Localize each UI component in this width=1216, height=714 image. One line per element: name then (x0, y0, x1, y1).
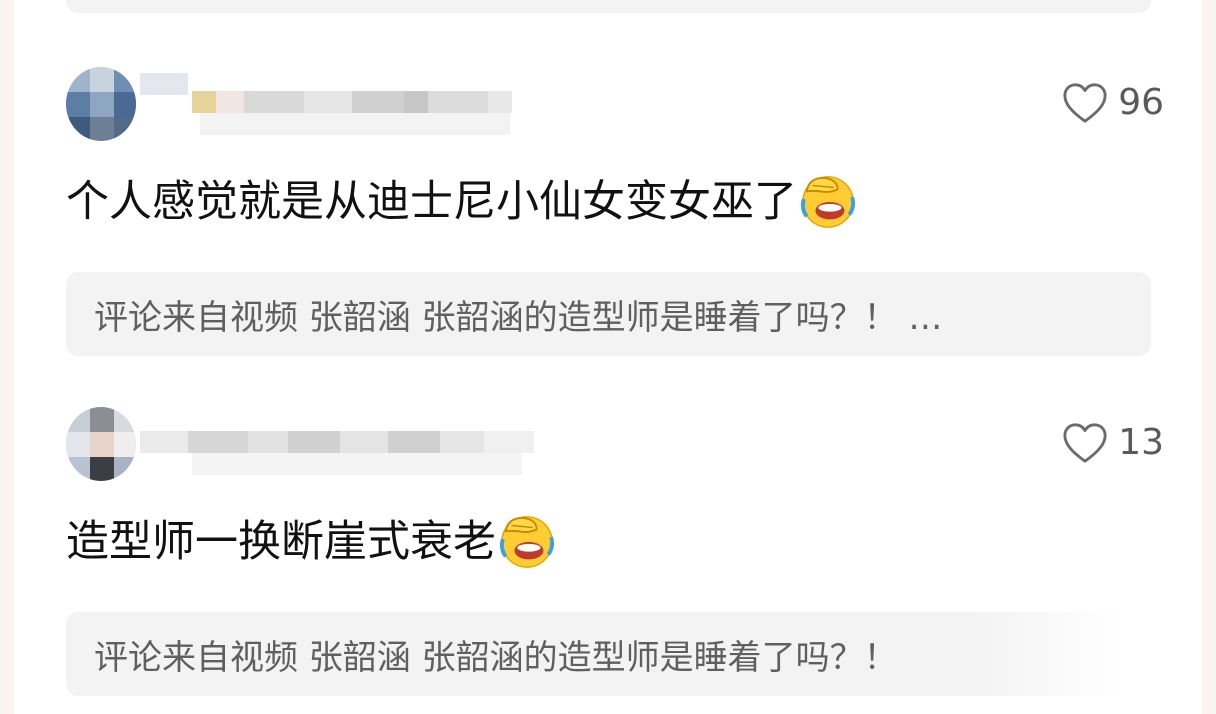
video-source-text: 评论来自视频 张韶涵 张韶涵的造型师是睡着了吗？！ … (94, 297, 943, 338)
heart-outline-icon (1063, 83, 1107, 123)
heart-outline-icon (1063, 423, 1107, 463)
facepalm-laughing-emoji (499, 515, 555, 568)
comment-text-body: 造型师一换断崖式衰老 (66, 517, 496, 567)
like-button[interactable]: 13 (1062, 419, 1164, 467)
video-source-text: 评论来自视频 张韶涵 张韶涵的造型师是睡着了吗？！ (94, 637, 898, 678)
comment-text-body: 个人感觉就是从迪士尼小仙女变女巫了 (66, 177, 797, 227)
comments-page: 96 个人感觉就是从迪士尼小仙女变女巫了 评论来自视频 张韶涵 张韶涵的造型师是… (0, 0, 1216, 714)
fade-overlay (971, 612, 1151, 696)
video-source-link[interactable]: 评论来自视频 张韶涵 张韶涵的造型师是睡着了吗？！ (66, 612, 1151, 696)
like-count: 13 (1118, 422, 1164, 463)
comment-text: 个人感觉就是从迪士尼小仙女变女巫了 (66, 171, 857, 234)
comment-list: 96 个人感觉就是从迪士尼小仙女变女巫了 评论来自视频 张韶涵 张韶涵的造型师是… (14, 0, 1202, 714)
like-button[interactable]: 96 (1062, 79, 1164, 127)
avatar[interactable] (66, 67, 136, 141)
facepalm-laughing-emoji (800, 175, 856, 228)
username-blurred[interactable] (140, 67, 570, 137)
comment-text: 造型师一换断崖式衰老 (66, 511, 556, 574)
previous-video-ref-strip (66, 0, 1151, 13)
like-count: 96 (1118, 82, 1164, 123)
avatar[interactable] (66, 407, 136, 481)
username-blurred[interactable] (140, 407, 570, 477)
video-source-link[interactable]: 评论来自视频 张韶涵 张韶涵的造型师是睡着了吗？！ … (66, 272, 1151, 356)
